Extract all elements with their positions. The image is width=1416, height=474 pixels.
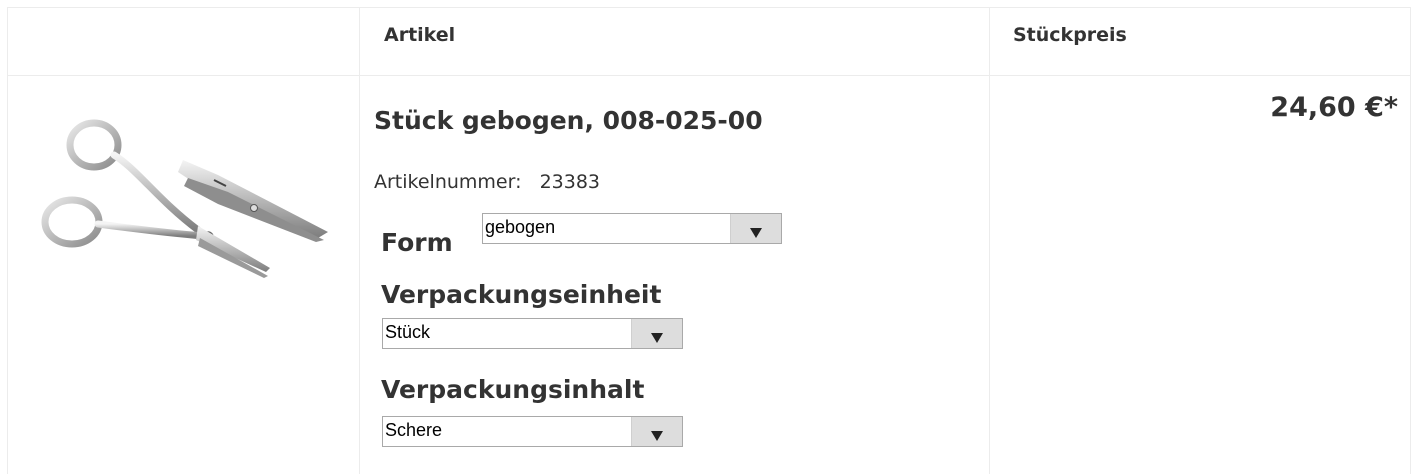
chevron-down-icon[interactable] (631, 319, 682, 348)
unit-price: 24,60 €* (1270, 92, 1398, 123)
sku-label: Artikelnummer: (374, 171, 522, 193)
packaging-unit-select[interactable]: Stück (382, 318, 683, 349)
scissors-image[interactable] (28, 100, 334, 290)
header-divider (8, 75, 1410, 76)
form-select[interactable]: gebogen (482, 213, 782, 244)
sku-row: Artikelnummer: 23383 (374, 171, 600, 193)
chevron-down-icon[interactable] (631, 417, 682, 446)
column-header-unit-price: Stückpreis (1013, 24, 1127, 46)
form-select-value: gebogen (485, 217, 556, 237)
form-label: Form (381, 228, 453, 257)
packaging-content-select[interactable]: Schere (382, 416, 683, 447)
column-header-article: Artikel (384, 24, 456, 46)
packaging-content-select-value: Schere (385, 420, 443, 440)
packaging-unit-select-value: Stück (385, 322, 431, 342)
chevron-down-icon[interactable] (730, 214, 781, 243)
packaging-unit-label: Verpackungseinheit (381, 280, 662, 309)
sku-value: 23383 (539, 171, 601, 193)
column-divider (359, 8, 360, 474)
column-divider (989, 8, 990, 474)
product-title[interactable]: Stück gebogen, 008-025-00 (374, 106, 763, 135)
packaging-content-label: Verpackungsinhalt (381, 375, 645, 404)
